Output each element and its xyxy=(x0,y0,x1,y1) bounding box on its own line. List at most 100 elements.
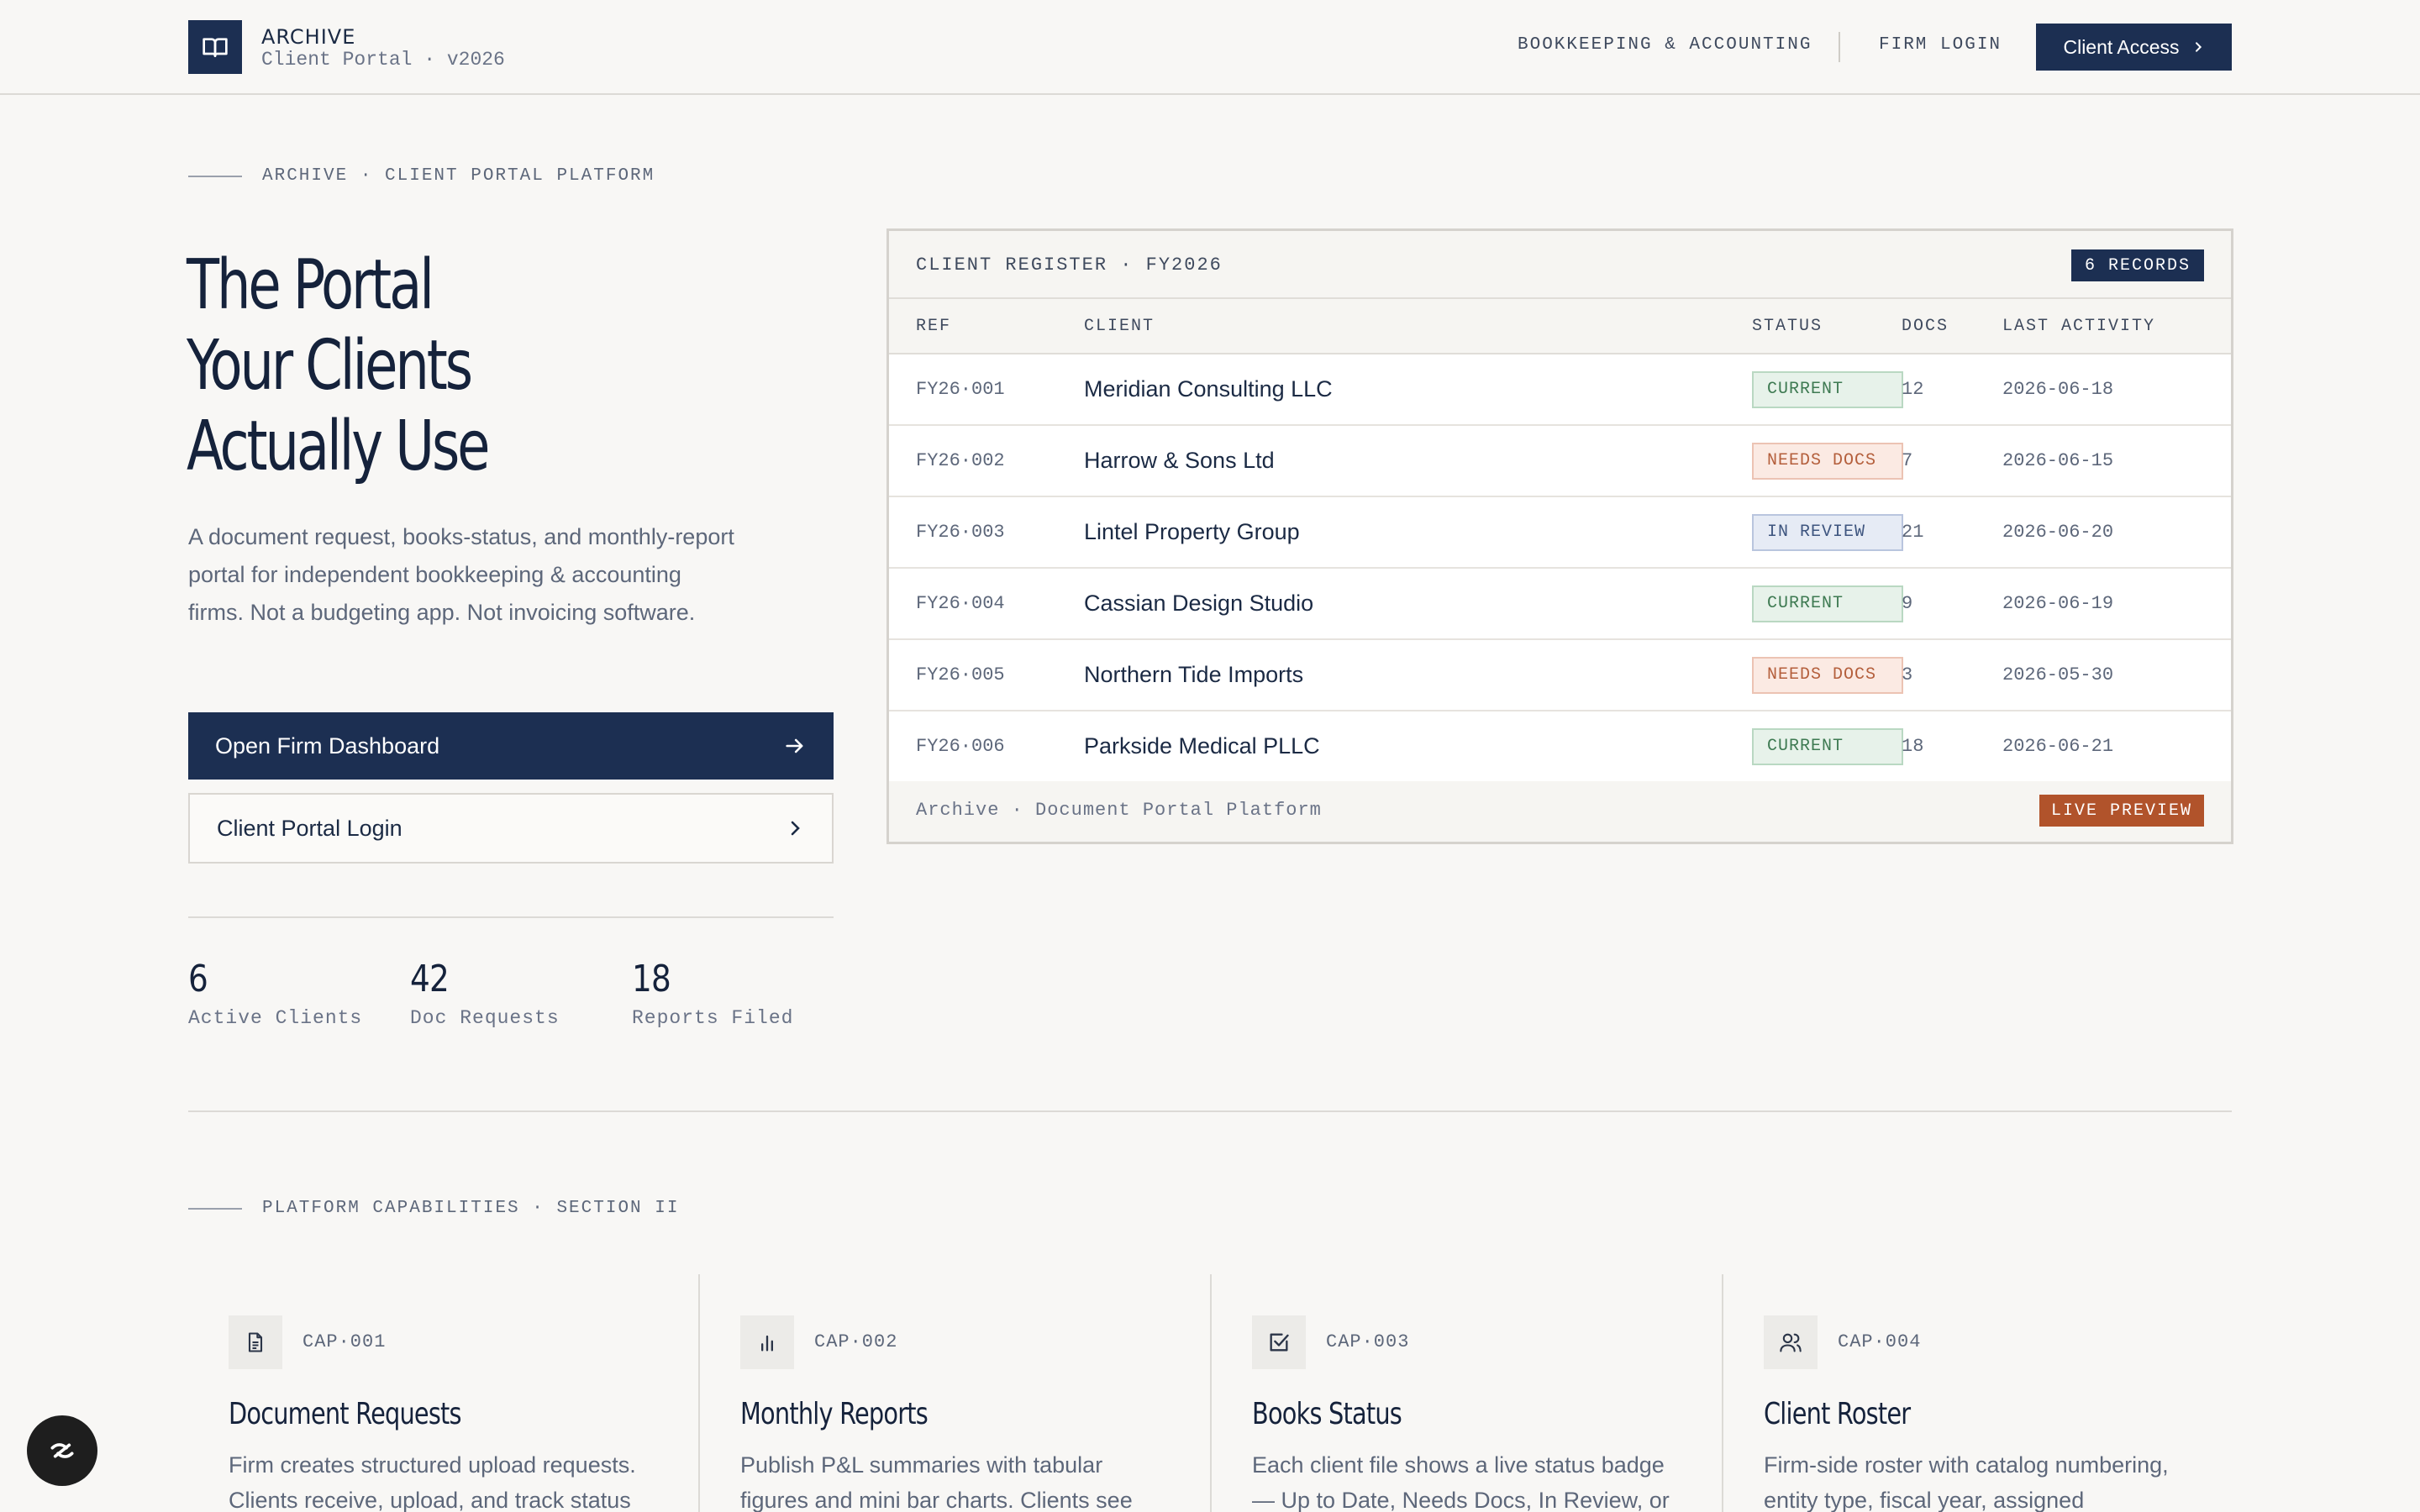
cell-status: NEEDS DOCS xyxy=(1752,640,1903,710)
column-header-client[interactable]: CLIENT xyxy=(1084,299,1155,353)
chevron-right-icon xyxy=(791,821,800,836)
table-row[interactable]: FY26·003 Lintel Property Group IN REVIEW… xyxy=(889,497,2231,569)
hero-eyebrow: ARCHIVE · CLIENT PORTAL PLATFORM xyxy=(188,166,655,186)
capability-description: Publish P&L summaries with tabular figur… xyxy=(740,1452,1133,1512)
nav-divider xyxy=(1839,32,1840,62)
status-badge: IN REVIEW xyxy=(1752,513,1903,551)
cell-status: CURRENT xyxy=(1752,354,1903,424)
stat-doc-requests: 42 Doc Requests xyxy=(410,958,560,1029)
cell-ref: FY26·006 xyxy=(916,736,1005,757)
cell-last-activity: 2026-06-20 xyxy=(2002,522,2114,543)
cell-client: Parkside Medical PLLC xyxy=(1084,733,1320,759)
client-register-panel: CLIENT REGISTER · FY2026 6 RECORDS REF C… xyxy=(886,228,2233,844)
capability-icon-box xyxy=(1252,1315,1306,1369)
records-count-badge: 6 RECORDS xyxy=(2070,249,2204,281)
client-access-button[interactable]: Client Access xyxy=(2036,24,2232,71)
cell-docs: 3 xyxy=(1902,664,1913,685)
cell-ref: FY26·004 xyxy=(916,593,1005,614)
stat-value: 42 xyxy=(410,958,450,1000)
status-badge: CURRENT xyxy=(1752,727,1903,765)
capabilities-eyebrow-text: PLATFORM CAPABILITIES · SECTION II xyxy=(262,1199,680,1218)
client-portal-login-button[interactable]: Client Portal Login xyxy=(188,793,834,864)
capability-code: CAP·004 xyxy=(1838,1331,1922,1352)
capability-title: Monthly Reports xyxy=(740,1397,929,1431)
chevron-right-icon xyxy=(2195,42,2202,52)
register-footer-text: Archive · Document Portal Platform xyxy=(916,800,1322,821)
capability-card-books-status: CAP·003 Books Status Each client file sh… xyxy=(1212,1274,1723,1512)
cell-docs: 12 xyxy=(1902,379,1924,400)
register-title: CLIENT REGISTER · FY2026 xyxy=(916,255,1223,276)
cell-status: CURRENT xyxy=(1752,569,1903,638)
cell-status: NEEDS DOCS xyxy=(1752,426,1903,496)
checkbox-icon xyxy=(1270,1333,1289,1352)
cell-docs: 9 xyxy=(1902,593,1913,614)
capability-description: Firm creates structured upload requests.… xyxy=(229,1452,636,1512)
stat-value: 18 xyxy=(632,958,671,1000)
cell-status: CURRENT xyxy=(1752,711,1903,781)
cell-client: Cassian Design Studio xyxy=(1084,591,1314,616)
stat-label: Doc Requests xyxy=(410,1007,560,1029)
nav-link-firm-login[interactable]: FIRM LOGIN xyxy=(1879,35,2002,55)
cell-last-activity: 2026-06-19 xyxy=(2002,593,2114,614)
capability-description: Each client file shows a live status bad… xyxy=(1252,1452,1670,1512)
page-title: The Portal Your Clients Actually Use xyxy=(187,245,491,487)
book-icon xyxy=(203,38,228,57)
stat-active-clients: 6 Active Clients xyxy=(188,958,362,1029)
capability-description: Firm-side roster with catalog numbering,… xyxy=(1764,1452,2169,1512)
capability-card-document-requests: CAP·001 Document Requests Firm creates s… xyxy=(188,1274,700,1512)
cell-ref: FY26·002 xyxy=(916,450,1005,471)
cell-status: IN REVIEW xyxy=(1752,497,1903,567)
document-icon xyxy=(248,1332,263,1352)
floating-chat-button[interactable] xyxy=(27,1415,97,1486)
users-icon xyxy=(1780,1333,1802,1352)
status-badge: CURRENT xyxy=(1752,585,1903,622)
register-header: CLIENT REGISTER · FY2026 6 RECORDS xyxy=(889,231,2231,299)
title-line-3: Actually Use xyxy=(187,407,491,486)
capability-card-client-roster: CAP·004 Client Roster Firm-side roster w… xyxy=(1723,1274,2235,1512)
stat-reports-filed: 18 Reports Filed xyxy=(632,958,793,1029)
cell-client: Meridian Consulting LLC xyxy=(1084,376,1333,402)
table-row[interactable]: FY26·005 Northern Tide Imports NEEDS DOC… xyxy=(889,640,2231,711)
stat-value: 6 xyxy=(188,958,208,1000)
column-header-docs[interactable]: DOCS xyxy=(1902,299,1949,353)
table-row[interactable]: FY26·004 Cassian Design Studio CURRENT 9… xyxy=(889,569,2231,640)
column-header-ref[interactable]: REF xyxy=(916,299,951,353)
bar-chart-icon xyxy=(761,1335,773,1352)
section-divider xyxy=(188,1110,2232,1112)
capability-title: Document Requests xyxy=(229,1397,462,1431)
table-row[interactable]: FY26·006 Parkside Medical PLLC CURRENT 1… xyxy=(889,711,2231,783)
nav-link-bookkeeping[interactable]: BOOKKEEPING & ACCOUNTING xyxy=(1518,35,1812,55)
table-row[interactable]: FY26·002 Harrow & Sons Ltd NEEDS DOCS 7 … xyxy=(889,426,2231,497)
arrow-right-icon xyxy=(786,738,803,753)
status-badge: NEEDS DOCS xyxy=(1752,442,1903,480)
stats-divider xyxy=(188,916,834,918)
client-access-label: Client Access xyxy=(2063,35,2180,58)
cell-docs: 7 xyxy=(1902,450,1913,471)
capability-code: CAP·001 xyxy=(302,1331,387,1352)
capability-icon-box xyxy=(1764,1315,1818,1369)
logo[interactable] xyxy=(188,20,242,74)
cell-client: Lintel Property Group xyxy=(1084,519,1300,544)
status-badge: CURRENT xyxy=(1752,370,1903,408)
open-firm-dashboard-button[interactable]: Open Firm Dashboard xyxy=(188,712,834,780)
stat-label: Reports Filed xyxy=(632,1007,794,1029)
table-row[interactable]: FY26·001 Meridian Consulting LLC CURRENT… xyxy=(889,354,2231,426)
cell-last-activity: 2026-06-18 xyxy=(2002,379,2114,400)
brand-name: ARCHIVE xyxy=(261,25,356,49)
column-header-last-activity[interactable]: LAST ACTIVITY xyxy=(2002,299,2155,353)
cell-docs: 21 xyxy=(1902,522,1924,543)
stat-label: Active Clients xyxy=(188,1007,363,1029)
capability-card-monthly-reports: CAP·002 Monthly Reports Publish P&L summ… xyxy=(700,1274,1212,1512)
cell-last-activity: 2026-05-30 xyxy=(2002,664,2114,685)
capability-icon-box xyxy=(740,1315,794,1369)
cell-client: Northern Tide Imports xyxy=(1084,662,1304,687)
capabilities-eyebrow: PLATFORM CAPABILITIES · SECTION II xyxy=(188,1199,679,1218)
cell-docs: 18 xyxy=(1902,736,1924,757)
capability-code: CAP·003 xyxy=(1326,1331,1410,1352)
hero-description: A document request, books-status, and mo… xyxy=(188,524,734,625)
brand-subtitle: Client Portal · v2026 xyxy=(261,49,505,71)
open-firm-dashboard-label: Open Firm Dashboard xyxy=(215,732,440,759)
column-header-status[interactable]: STATUS xyxy=(1752,299,1823,353)
title-line-2: Your Clients xyxy=(187,326,473,406)
cell-last-activity: 2026-06-21 xyxy=(2002,736,2114,757)
